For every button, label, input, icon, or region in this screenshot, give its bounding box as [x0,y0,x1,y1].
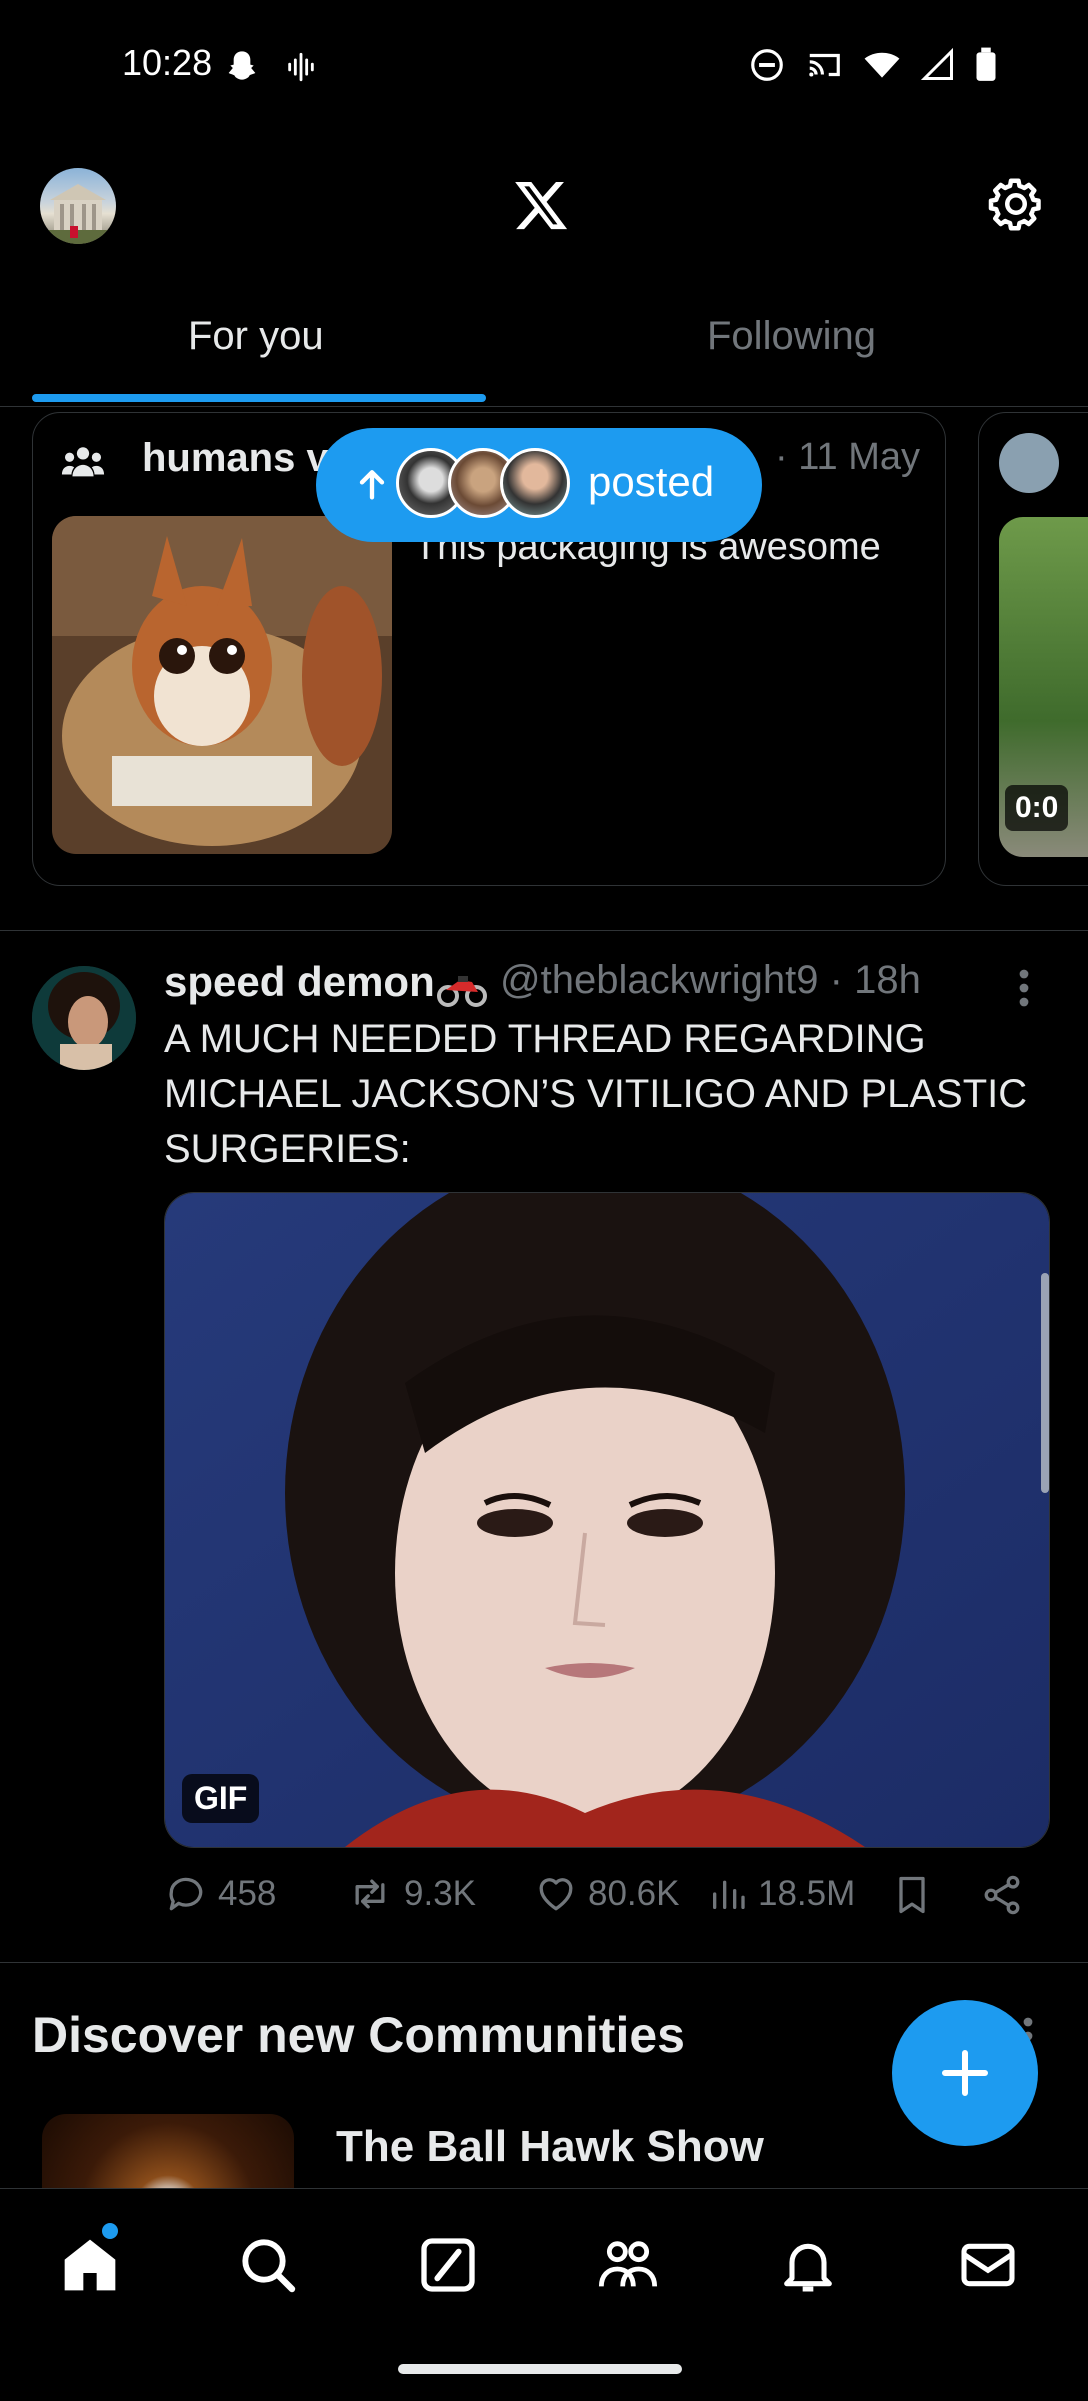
communities-icon[interactable] [596,2233,660,2297]
reply-button[interactable]: 458 [164,1872,276,1916]
repost-count: 9.3K [404,1874,476,1913]
messages-icon[interactable] [956,2233,1020,2297]
post-text: A MUCH NEEDED THREAD REGARDING MICHAEL J… [164,1017,1028,1171]
post-actions: 458 9.3K 80.6K 18.5M [164,1872,1048,1928]
repost-button[interactable]: 9.3K [346,1872,476,1916]
arrow-up-icon [359,470,385,500]
repost-icon [355,1879,385,1909]
compose-button[interactable] [892,2000,1038,2146]
next-community-card[interactable]: 0:0 [978,412,1088,886]
active-tab-indicator [32,394,486,402]
compose-plus-icon [942,2050,988,2096]
motorcycle-emoji [437,976,487,1007]
home-icon[interactable] [58,2233,122,2297]
discover-communities-title: Discover new Communities [32,2007,685,2063]
status-icons [748,46,998,84]
post-author-avatar[interactable] [32,966,136,1070]
snapchat-icon [228,51,256,80]
grok-icon[interactable] [416,2233,480,2297]
views-icon [713,1880,745,1909]
more-options-icon[interactable] [1014,968,1034,1008]
status-time: 10:28 [122,42,213,83]
battery-icon [976,47,996,81]
community-post-image[interactable] [52,516,392,854]
voice-icon [288,52,314,82]
like-count: 80.6K [588,1874,680,1913]
new-posts-pill[interactable]: posted [316,428,762,542]
notifications-icon[interactable] [776,2233,840,2297]
like-icon [539,1878,573,1911]
video-duration: 0:0 [1005,785,1069,831]
like-button[interactable]: 80.6K [534,1872,679,1916]
gif-image [165,1193,1049,1847]
signal-icon [920,47,953,80]
community-name[interactable]: humans v [142,436,329,481]
community-avatar [999,433,1059,493]
author-avatar-image [32,966,136,1070]
search-icon[interactable] [236,2233,300,2297]
avatar-image [40,184,116,244]
post-author-handle: @theblackwright9 · 18h [500,958,921,1002]
profile-avatar[interactable] [40,168,116,244]
tab-following[interactable]: Following [707,314,876,359]
share-icon[interactable] [980,1872,1024,1918]
home-notification-dot [102,2223,118,2239]
post-author-name[interactable]: speed demon [164,958,435,1006]
wifi-icon [864,52,900,78]
timeline-tabs: For you Following [0,286,1088,407]
x-logo-icon[interactable] [512,176,570,234]
feed-divider [0,930,1088,931]
view-count: 18.5M [758,1874,856,1913]
pill-avatar-3 [500,448,570,518]
community-suggestion-name[interactable]: The Ball Hawk Show [336,2122,764,2172]
settings-gear-icon[interactable] [986,174,1046,234]
dnd-icon [751,49,783,81]
packaging-photo [52,516,392,854]
bookmark-icon[interactable] [890,1872,934,1918]
views-button[interactable]: 18.5M [708,1872,855,1916]
reply-count: 458 [218,1874,277,1913]
post-date: · 11 May [775,436,921,478]
cast-icon [809,53,840,77]
status-bar: 10:28 [0,0,1088,130]
feed-divider [0,1962,1088,1963]
post-media-gif[interactable] [164,1192,1050,1848]
reply-icon [169,1877,203,1911]
gif-badge: GIF [182,1774,260,1823]
gesture-handle[interactable] [398,2364,682,2374]
community-icon [61,447,105,477]
new-posts-label: posted [588,458,715,505]
tab-for-you[interactable]: For you [188,314,324,359]
